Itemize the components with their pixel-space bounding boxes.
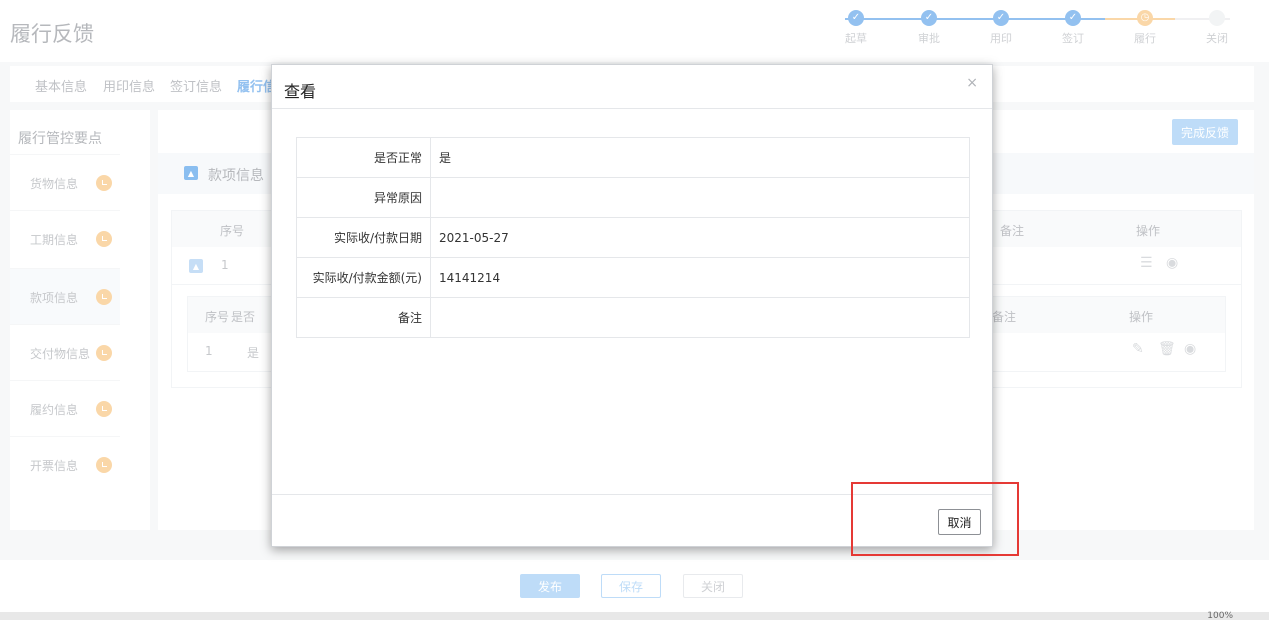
zoom-level: 100%	[1207, 611, 1233, 620]
detail-row: 实际收/付款日期 2021-05-27	[296, 217, 970, 258]
detail-row: 是否正常 是	[296, 137, 970, 178]
field-label: 是否正常	[296, 137, 431, 178]
detail-row: 异常原因	[296, 177, 970, 218]
field-label: 实际收/付款日期	[296, 217, 431, 258]
dialog-title: 查看	[284, 82, 317, 101]
highlight-box	[851, 482, 1019, 556]
close-icon[interactable]: ×	[966, 75, 978, 91]
field-label: 异常原因	[296, 177, 431, 218]
field-value: 是	[430, 137, 970, 178]
divider	[272, 108, 992, 109]
detail-row: 实际收/付款金额(元) 14141214	[296, 257, 970, 298]
field-value: 2021-05-27	[430, 217, 970, 258]
field-value: 14141214	[430, 257, 970, 298]
view-dialog: 查看 × 是否正常 是 异常原因 实际收/付款日期 2021-05-27 实际收…	[271, 64, 993, 547]
status-bar: 100%	[0, 611, 1269, 620]
field-label: 实际收/付款金额(元)	[296, 257, 431, 298]
detail-row: 备注	[296, 297, 970, 338]
field-value	[430, 177, 970, 218]
detail-table: 是否正常 是 异常原因 实际收/付款日期 2021-05-27 实际收/付款金额…	[296, 137, 970, 338]
field-value	[430, 297, 970, 338]
field-label: 备注	[296, 297, 431, 338]
